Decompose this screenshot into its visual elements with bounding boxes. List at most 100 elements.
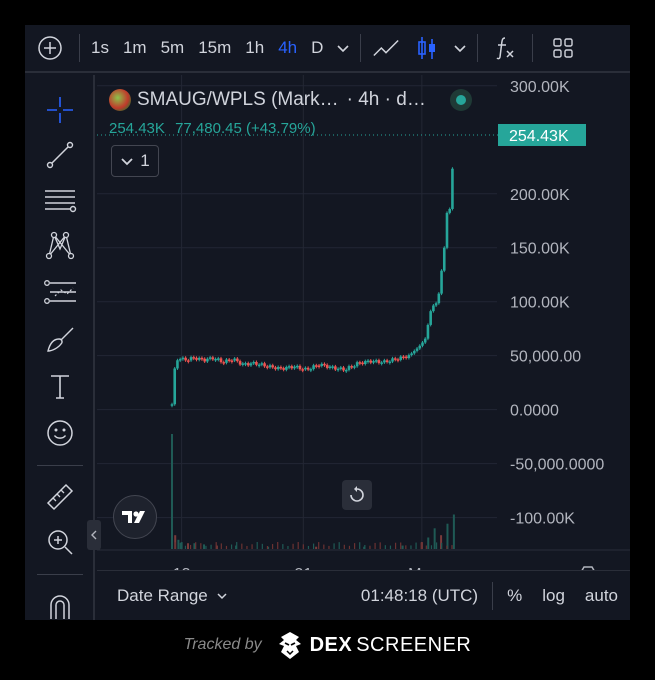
candle-body xyxy=(309,369,313,371)
price-axis: 300.00K 200.00K 150.00K 100.00K 50,000.00 0.0… xyxy=(498,79,604,528)
forecast-tool[interactable] xyxy=(40,272,80,312)
percent-scale-toggle[interactable]: % xyxy=(507,586,522,606)
volume-bar xyxy=(433,528,436,549)
volume-bar xyxy=(374,542,376,549)
indicators-button[interactable] xyxy=(482,25,528,72)
volume-bar xyxy=(251,544,253,549)
volume-bar xyxy=(348,545,351,549)
fib-retracement-tool[interactable] xyxy=(40,180,80,220)
volume-bar xyxy=(415,542,417,549)
candles-icon xyxy=(418,37,436,59)
price-axis-label: 200.00K xyxy=(510,187,570,204)
chevron-down-icon xyxy=(454,45,466,53)
candle-body xyxy=(320,363,324,366)
volume-bar xyxy=(210,544,212,549)
candle-body xyxy=(317,365,321,368)
candle-body xyxy=(423,338,427,343)
interval-4h[interactable]: 4h xyxy=(271,25,304,72)
symbol-interval: · 4h · d… xyxy=(346,89,426,110)
tradingview-logo[interactable] xyxy=(113,495,157,539)
tracked-by-label: Tracked by xyxy=(183,636,262,653)
volume-bar xyxy=(323,544,325,549)
pattern-xabcd-icon xyxy=(45,231,75,260)
zoom-in-tool[interactable] xyxy=(40,522,80,562)
candle-body xyxy=(187,360,190,362)
toolbar-divider xyxy=(477,34,479,62)
candle-body xyxy=(358,362,362,364)
candle-body xyxy=(216,358,220,360)
volume-bar xyxy=(353,543,356,549)
volume-bar xyxy=(446,523,449,549)
volume-bar xyxy=(195,542,197,549)
volume-bar xyxy=(405,545,407,549)
volume-bar xyxy=(394,542,397,549)
interval-5m[interactable]: 5m xyxy=(154,25,192,72)
candle-body xyxy=(407,355,411,359)
candle-body xyxy=(369,360,373,363)
brand-name-rest[interactable]: SCREENER xyxy=(356,634,471,657)
candle-body xyxy=(393,358,397,360)
candle-body xyxy=(344,369,348,372)
brush-tool[interactable] xyxy=(40,320,80,360)
candle-body xyxy=(260,363,264,365)
emoji-tool[interactable] xyxy=(40,413,80,453)
brand-name-bold[interactable]: DEX xyxy=(310,634,353,657)
layouts-button[interactable] xyxy=(537,25,589,72)
date-range-label: Date Range xyxy=(117,585,208,605)
volume-bar xyxy=(451,545,453,549)
log-scale-toggle[interactable]: log xyxy=(542,586,565,606)
volume-bar xyxy=(225,545,228,549)
pattern-tool[interactable] xyxy=(40,225,80,265)
volume-bar xyxy=(369,545,371,549)
candle-body xyxy=(263,363,266,367)
volume-bar xyxy=(230,544,233,549)
interval-1m[interactable]: 1m xyxy=(116,25,154,72)
price-axis-label: -50,000.0000 xyxy=(510,457,604,474)
auto-scale-toggle[interactable]: auto xyxy=(585,586,618,606)
toolbar-divider xyxy=(532,34,534,62)
volume-bar xyxy=(177,539,180,549)
candle-body xyxy=(334,366,337,370)
toolbar-divider xyxy=(360,34,362,62)
candle-body xyxy=(246,363,250,366)
magnet-tool[interactable] xyxy=(40,585,80,625)
candle-body xyxy=(410,353,413,356)
interval-1h[interactable]: 1h xyxy=(238,25,271,72)
collapse-legend-button[interactable]: 1 xyxy=(111,145,159,177)
crosshair-tool[interactable] xyxy=(40,90,80,130)
candle-body xyxy=(331,366,334,368)
candle-body xyxy=(181,357,185,360)
candle-body xyxy=(385,360,389,363)
reset-chart-button[interactable] xyxy=(342,480,372,510)
symbol-legend[interactable]: SMAUG/WPLS (Mark… · 4h · d… xyxy=(109,89,472,111)
add-symbol-button[interactable] xyxy=(25,25,75,72)
chart-pane[interactable]: 300.00K 200.00K 150.00K 100.00K 50,000.00 0.0… xyxy=(97,75,630,570)
zoom-in-icon xyxy=(48,530,73,555)
volume-bar xyxy=(292,543,294,549)
candle-body xyxy=(432,305,435,312)
utc-clock[interactable]: 01:48:18 (UTC) xyxy=(361,586,478,606)
date-range-button[interactable]: Date Range xyxy=(117,586,228,606)
text-tool[interactable] xyxy=(40,367,80,407)
candle-body xyxy=(249,363,253,366)
interval-1s[interactable]: 1s xyxy=(84,25,116,72)
candle-body xyxy=(279,366,283,369)
trend-line-tool[interactable] xyxy=(40,135,80,175)
candles-chart-type-button[interactable] xyxy=(407,25,447,72)
volume-bar xyxy=(246,545,248,549)
intervals-dropdown[interactable] xyxy=(330,25,356,72)
volume-bar xyxy=(446,545,448,549)
volume-bar xyxy=(220,543,222,549)
candle-body xyxy=(189,357,193,361)
token-logo xyxy=(109,89,131,111)
candle-body xyxy=(287,366,291,368)
volume-bar xyxy=(307,545,310,549)
measure-tool[interactable] xyxy=(40,477,80,517)
candle-body xyxy=(413,350,416,354)
interval-d[interactable]: D xyxy=(304,25,330,72)
interval-15m[interactable]: 15m xyxy=(191,25,238,72)
chart-type-dropdown[interactable] xyxy=(447,25,473,72)
candle-body xyxy=(451,168,454,209)
tradingview-logo-icon xyxy=(122,511,145,523)
line-chart-type-button[interactable] xyxy=(365,25,407,72)
